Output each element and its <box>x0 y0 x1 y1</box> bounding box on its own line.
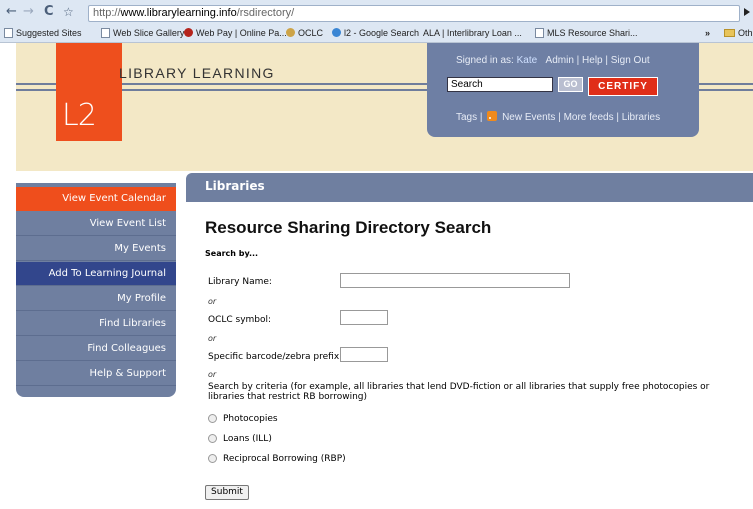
search-by-label: Search by... <box>205 249 259 258</box>
browser-nav-row: ← → C ☆ http://www.librarylearning.info/… <box>0 3 753 23</box>
sidebar-item-my-profile[interactable]: My Profile <box>16 287 176 311</box>
go-button[interactable]: GO <box>558 77 583 92</box>
sidebar-item-add-to-learning-journal[interactable]: Add To Learning Journal <box>16 262 176 286</box>
bookmarks-bar: Suggested Sites Web Slice Gallery Web Pa… <box>0 24 753 42</box>
or-label: or <box>208 334 217 343</box>
url-prefix: http:// <box>93 7 121 19</box>
sidebar-nav: View Event Calendar View Event List My E… <box>16 183 176 397</box>
sidebar-item-my-events[interactable]: My Events <box>16 237 176 261</box>
photocopies-label: Photocopies <box>223 414 278 424</box>
google-icon <box>332 28 341 37</box>
bookmark-web-pay[interactable]: Web Pay | Online Pa... <box>184 25 287 41</box>
bookmark-suggested-sites[interactable]: Suggested Sites <box>4 25 82 41</box>
oclc-icon <box>286 28 295 37</box>
section-title: Libraries <box>205 179 265 193</box>
logo-text: L2 <box>62 98 97 133</box>
section-title-bar: Libraries <box>186 173 753 202</box>
rss-icon <box>487 111 498 121</box>
site-logo[interactable]: L2 <box>56 43 122 141</box>
bookmark-other-folder[interactable]: Oth <box>724 25 753 41</box>
barcode-prefix-label: Specific barcode/zebra prefix: <box>208 352 343 362</box>
user-name-link[interactable]: Kate <box>517 55 538 66</box>
login-panel: Signed in as: Kate Admin | Help | Sign O… <box>427 43 699 137</box>
certify-button[interactable]: CERTIFY <box>588 77 658 96</box>
tags-link[interactable]: Tags <box>456 112 477 123</box>
bookmark-oclc[interactable]: OCLC <box>286 25 323 41</box>
photocopies-radio[interactable] <box>208 414 217 423</box>
signed-in-row: Signed in as: Kate Admin | Help | Sign O… <box>456 55 650 66</box>
submit-button[interactable]: Submit <box>205 485 249 500</box>
feed-links: Tags | New Events | More feeds | Librari… <box>456 111 661 123</box>
page-title: Resource Sharing Directory Search <box>205 218 492 237</box>
forward-arrow-icon[interactable]: → <box>23 5 34 19</box>
library-name-label: Library Name: <box>208 277 272 287</box>
page-icon <box>4 28 13 38</box>
page-icon <box>101 28 110 38</box>
loans-ill-label: Loans (ILL) <box>223 434 272 444</box>
address-bar[interactable]: http://www.librarylearning.info/rsdirect… <box>88 5 740 22</box>
folder-icon <box>724 29 735 37</box>
oclc-symbol-input[interactable] <box>340 310 388 325</box>
reciprocal-borrowing-label: Reciprocal Borrowing (RBP) <box>223 454 346 464</box>
back-arrow-icon[interactable]: ← <box>6 5 17 19</box>
url-path: /rsdirectory/ <box>236 7 295 19</box>
bookmark-mls-resource[interactable]: MLS Resource Shari... <box>535 25 638 41</box>
sidebar-item-view-event-list[interactable]: View Event List <box>16 212 176 236</box>
search-input[interactable]: Search <box>447 77 553 92</box>
site-title: LIBRARY LEARNING <box>119 65 275 81</box>
sidebar-item-help-support[interactable]: Help & Support <box>16 362 176 386</box>
browser-chrome: ← → C ☆ http://www.librarylearning.info/… <box>0 0 753 43</box>
or-label: or <box>208 297 217 306</box>
webpay-icon <box>184 28 193 37</box>
new-events-link[interactable]: New Events <box>502 112 555 123</box>
star-icon[interactable]: ☆ <box>63 5 74 19</box>
bookmarks-overflow-chevron[interactable]: » <box>705 25 710 41</box>
loans-ill-radio[interactable] <box>208 434 217 443</box>
oclc-symbol-label: OCLC symbol: <box>208 315 272 325</box>
bookmark-web-slice-gallery[interactable]: Web Slice Gallery <box>101 25 184 41</box>
sidebar-item-find-colleagues[interactable]: Find Colleagues <box>16 337 176 361</box>
sidebar-item-find-libraries[interactable]: Find Libraries <box>16 312 176 336</box>
criteria-description: Search by criteria (for example, all lib… <box>208 382 710 402</box>
web-page: L2 LIBRARY LEARNING Signed in as: Kate A… <box>0 43 753 509</box>
bookmark-google-search[interactable]: l2 - Google Search <box>332 25 419 41</box>
account-links[interactable]: Admin | Help | Sign Out <box>546 55 650 66</box>
page-icon <box>535 28 544 38</box>
barcode-prefix-input[interactable] <box>340 347 388 362</box>
sidebar-item-view-event-calendar[interactable]: View Event Calendar <box>16 187 176 211</box>
more-feeds-link[interactable]: More feeds <box>564 112 614 123</box>
url-host: www.librarylearning.info <box>120 7 237 19</box>
reload-icon[interactable]: C <box>44 5 54 19</box>
play-icon[interactable] <box>744 8 750 16</box>
libraries-link[interactable]: Libraries <box>622 112 660 123</box>
library-name-input[interactable] <box>340 273 570 288</box>
or-label: or <box>208 370 217 379</box>
signed-in-label: Signed in as: <box>456 55 514 66</box>
site-header: L2 LIBRARY LEARNING Signed in as: Kate A… <box>16 43 753 171</box>
reciprocal-borrowing-radio[interactable] <box>208 454 217 463</box>
bookmark-ala-interlibrary[interactable]: ALA | Interlibrary Loan ... <box>423 25 522 41</box>
